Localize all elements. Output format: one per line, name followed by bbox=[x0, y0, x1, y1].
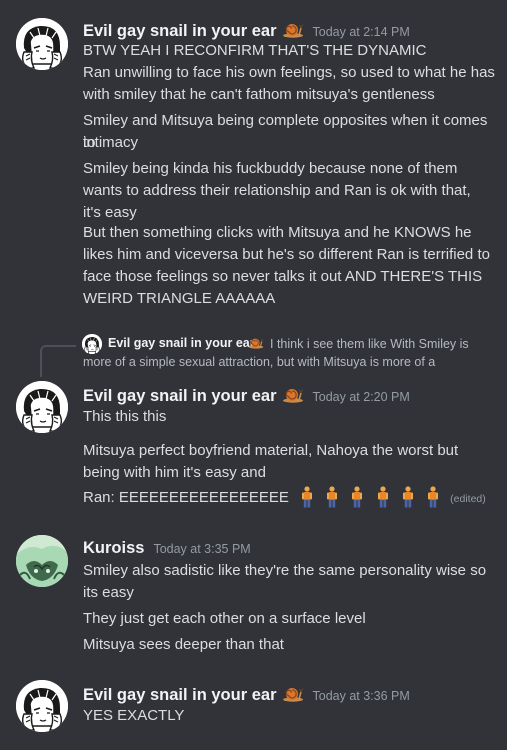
message-line: Ran unwilling to face his own feelings, … bbox=[83, 64, 495, 81]
message-header: Evil gay snail in your ear Today at 2:14… bbox=[83, 20, 410, 41]
snail-icon bbox=[282, 686, 304, 702]
message-line: being with him it's easy and bbox=[83, 464, 266, 481]
message-line: wants to address their relationship and … bbox=[83, 182, 471, 199]
reply-preview-text[interactable]: I think i see them like With Smiley is bbox=[270, 336, 500, 353]
message-line: But then something clicks with Mitsuya a… bbox=[83, 224, 472, 241]
edited-label: (edited) bbox=[450, 493, 486, 505]
avatar[interactable] bbox=[16, 680, 68, 732]
message-line: WEIRD TRIANGLE AAAAAA bbox=[83, 290, 276, 307]
user-avatar-icon bbox=[16, 381, 68, 433]
user-avatar-icon bbox=[82, 334, 102, 354]
username[interactable]: Evil gay snail in your ear bbox=[83, 387, 277, 406]
reply-connector bbox=[40, 345, 76, 377]
timestamp[interactable]: Today at 3:35 PM bbox=[153, 542, 250, 556]
user-avatar-icon bbox=[16, 680, 68, 732]
message-line: BTW YEAH I RECONFIRM THAT'S THE DYNAMIC bbox=[83, 42, 427, 59]
snail-icon bbox=[282, 387, 304, 403]
message-line: They just get each other on a surface le… bbox=[83, 610, 366, 627]
reply-avatar[interactable] bbox=[82, 334, 102, 354]
person-standing-icon[interactable] bbox=[300, 486, 314, 508]
message-header: Evil gay snail in your ear Today at 2:20… bbox=[83, 385, 410, 406]
message-header: Evil gay snail in your ear Today at 3:36… bbox=[83, 684, 410, 705]
username[interactable]: Evil gay snail in your ear bbox=[83, 22, 277, 41]
timestamp[interactable]: Today at 3:36 PM bbox=[313, 689, 410, 703]
message-line: Smiley also sadistic like they're the sa… bbox=[83, 562, 487, 579]
reply-preview-text[interactable]: more of a simple sexual attraction, but … bbox=[83, 354, 503, 371]
message-text: Ran: EEEEEEEEEEEEEEEEE bbox=[83, 489, 289, 506]
message-line: it's easy bbox=[83, 204, 137, 221]
message-line-with-emojis: Ran: EEEEEEEEEEEEEEEEE (edited) bbox=[83, 486, 498, 510]
user-avatar-icon bbox=[16, 18, 68, 70]
message-header: Kuroiss Today at 3:35 PM bbox=[83, 539, 251, 558]
avatar[interactable] bbox=[16, 381, 68, 433]
person-standing-icon[interactable] bbox=[401, 486, 415, 508]
avatar[interactable] bbox=[16, 535, 68, 587]
username[interactable]: Kuroiss bbox=[83, 539, 144, 558]
person-standing-icon[interactable] bbox=[325, 486, 339, 508]
message-line: face those feelings so never talks it ou… bbox=[83, 268, 483, 285]
person-standing-icon[interactable] bbox=[350, 486, 364, 508]
message-line: likes him and viceversa but he's so diff… bbox=[83, 246, 490, 263]
timestamp[interactable]: Today at 2:20 PM bbox=[313, 390, 410, 404]
message-line: with smiley that he can't fathom mitsuya… bbox=[83, 86, 435, 103]
reply-author[interactable]: Evil gay snail in your ear bbox=[108, 336, 255, 350]
message-line: Mitsuya perfect boyfriend material, Naho… bbox=[83, 442, 459, 459]
user-avatar-icon bbox=[16, 535, 68, 587]
message-line: intimacy bbox=[83, 134, 139, 151]
person-standing-icon[interactable] bbox=[376, 486, 390, 508]
message-line: Smiley being kinda his fuckbuddy because… bbox=[83, 160, 458, 177]
message-line: its easy bbox=[83, 584, 134, 601]
avatar[interactable] bbox=[16, 18, 68, 70]
timestamp[interactable]: Today at 2:14 PM bbox=[313, 25, 410, 39]
person-standing-icon[interactable] bbox=[426, 486, 440, 508]
snail-icon bbox=[282, 22, 304, 38]
username[interactable]: Evil gay snail in your ear bbox=[83, 686, 277, 705]
message-line: YES EXACTLY bbox=[83, 707, 185, 724]
message-line: This this this bbox=[83, 408, 167, 425]
snail-icon bbox=[248, 336, 264, 350]
message-line: Mitsuya sees deeper than that bbox=[83, 636, 284, 653]
